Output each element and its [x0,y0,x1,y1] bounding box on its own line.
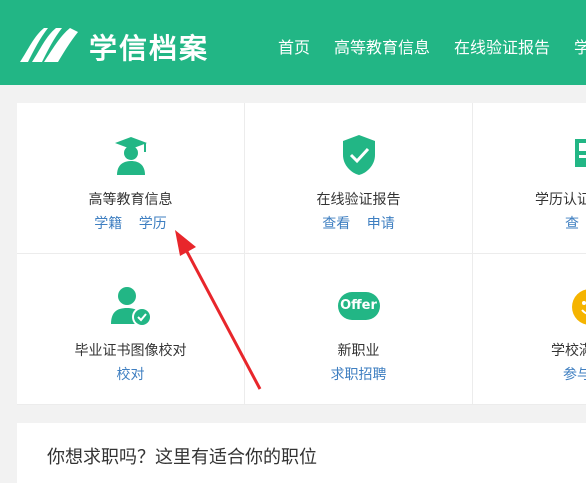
link-check[interactable]: 查 [565,216,579,232]
link-participate[interactable]: 参与 [563,367,586,383]
cell-online-report: 在线验证报告 查看 申请 [245,103,473,254]
cell-title: 毕业证书图像校对 [74,343,187,359]
job-card-text: 你想求职吗？这里有适合你的职位 [47,447,317,468]
nav-online-report[interactable]: 在线验证报告 [454,34,550,58]
cell-title: 学校滿 [551,343,586,359]
cell-school: 学校滿 参与 [473,254,586,405]
nav-higher-education[interactable]: 高等教育信息 [334,34,430,58]
link-verify[interactable]: 校对 [117,367,145,383]
cell-title: 学历认证与 [535,192,586,208]
link-xueji[interactable]: 学籍 [94,216,122,232]
link-view[interactable]: 查看 [322,216,350,232]
smile-icon [572,289,586,325]
shield-check-icon [342,135,375,175]
user-check-icon [110,287,152,327]
link-job-search[interactable]: 求职招聘 [331,367,387,383]
cell-certification: 学历认证与 查 [473,103,586,254]
cell-new-job: Offer 新职业 求职招聘 [245,254,473,405]
top-header: 学信档案 首页 高等教育信息 在线验证报告 学 [0,0,586,85]
cell-higher-education: 高等教育信息 学籍 学历 [17,103,245,254]
cell-certificate-check: 毕业证书图像校对 校对 [17,254,245,405]
link-xueli[interactable]: 学历 [139,216,167,232]
offer-icon: Offer [337,292,380,320]
certificate-icon [575,139,586,167]
main-nav: 首页 高等教育信息 在线验证报告 学 [278,34,586,58]
cell-title: 新职业 [337,343,380,359]
graduate-icon [114,137,147,175]
cell-title: 在线验证报告 [316,192,401,208]
logo-icon[interactable] [18,24,80,64]
link-apply[interactable]: 申请 [367,216,395,232]
cell-title: 高等教育信息 [88,192,173,208]
service-grid: 高等教育信息 学籍 学历 在线验证报告 查看 申请 学历认证与 [17,103,586,405]
nav-xueli[interactable]: 学 [574,34,586,58]
nav-home[interactable]: 首页 [278,34,310,58]
logo-text[interactable]: 学信档案 [89,27,209,67]
job-card: 你想求职吗？这里有适合你的职位 [17,423,586,483]
